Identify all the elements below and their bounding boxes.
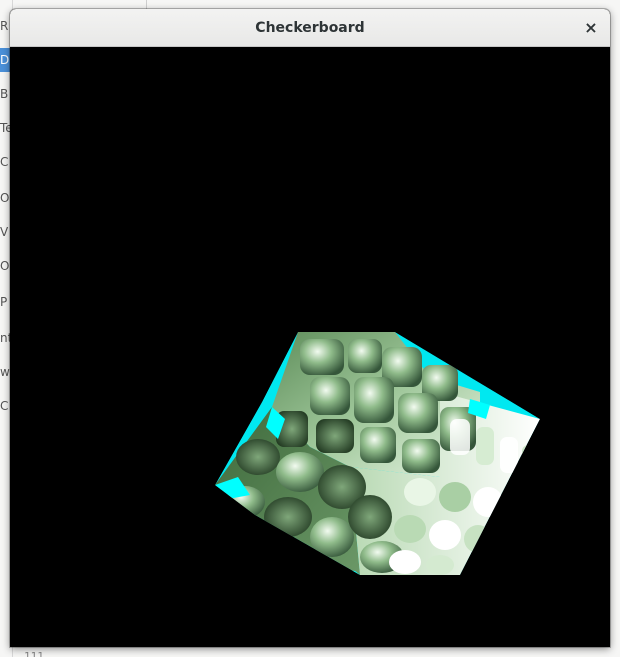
close-button[interactable]: ×	[580, 17, 602, 39]
close-icon: ×	[584, 18, 598, 37]
window-title: Checkerboard	[255, 20, 365, 36]
line-number: 111	[24, 650, 44, 657]
checkerboard-dialog: Checkerboard ×	[10, 9, 610, 647]
titlebar[interactable]: Checkerboard ×	[10, 9, 610, 47]
cube-render	[215, 332, 540, 575]
gl-canvas[interactable]	[10, 47, 610, 647]
background-code-line: 111	[24, 648, 404, 657]
cube	[215, 332, 540, 575]
